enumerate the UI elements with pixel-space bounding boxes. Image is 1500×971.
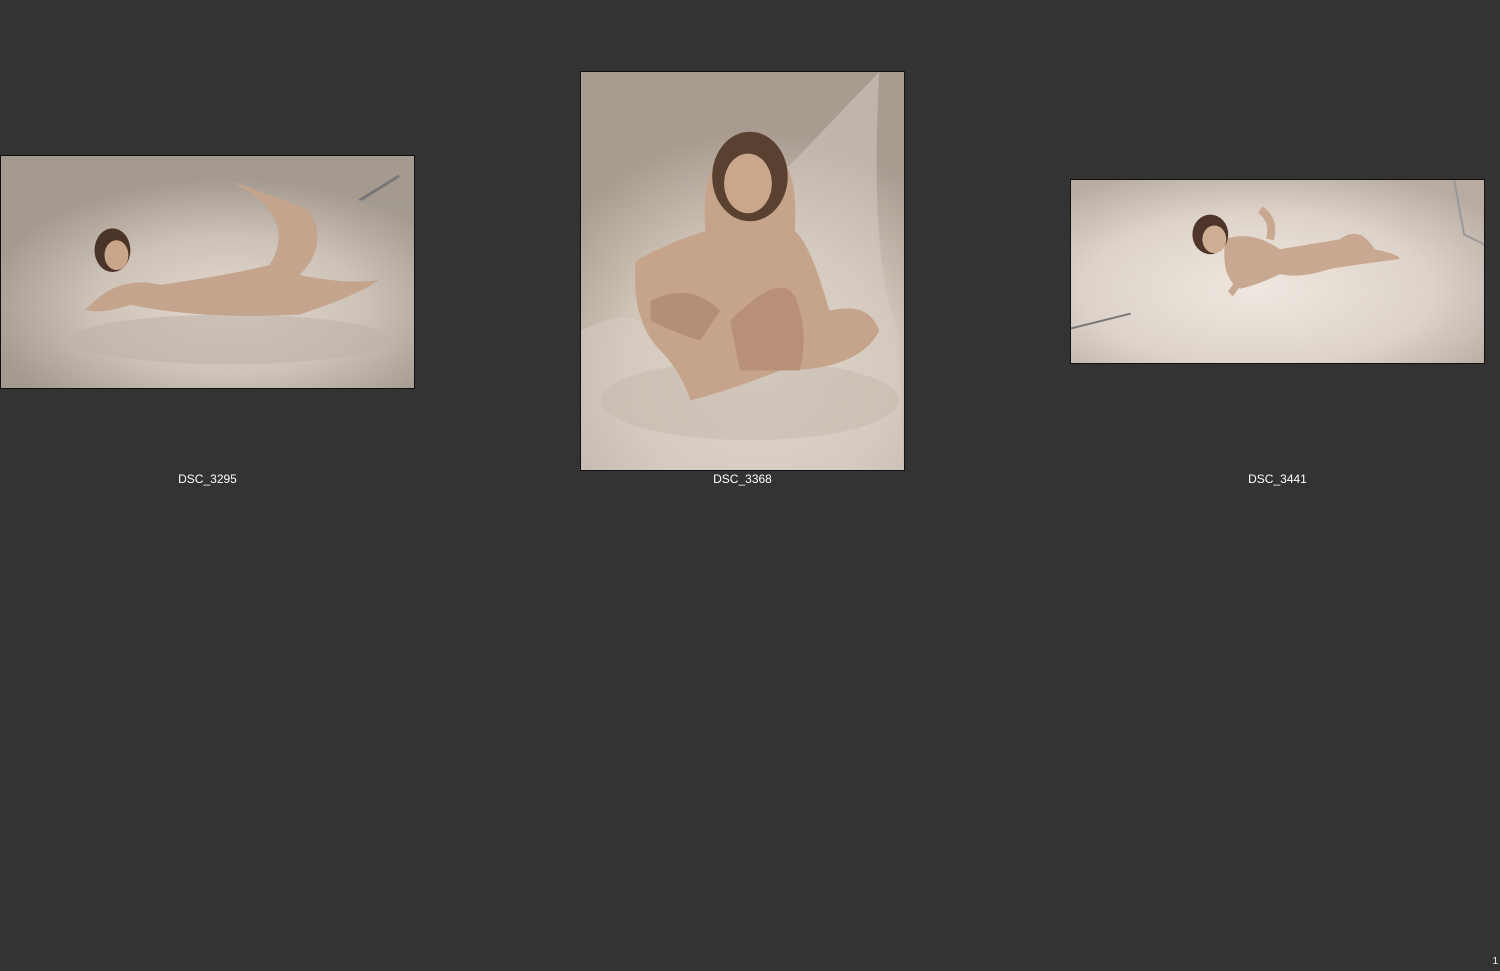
contact-sheet: DSC_3295 DSC_3368 DSC_3441 1 xyxy=(0,0,1500,971)
thumbnail-cell-3[interactable]: DSC_3441 xyxy=(1070,60,1500,500)
photo-image xyxy=(581,72,904,470)
photo-caption: DSC_3441 xyxy=(1248,472,1307,486)
photo-thumbnail[interactable] xyxy=(580,71,905,471)
thumbnail-cell-2[interactable]: DSC_3368 xyxy=(535,60,1070,500)
photo-thumbnail[interactable] xyxy=(1070,179,1485,364)
photo-image xyxy=(1071,180,1484,330)
photo-caption: DSC_3368 xyxy=(713,472,772,486)
photo-image xyxy=(70,174,414,365)
thumbnail-cell-1[interactable]: DSC_3295 xyxy=(0,60,535,500)
photo-caption: DSC_3295 xyxy=(178,472,237,486)
photo-thumbnail[interactable] xyxy=(0,155,415,389)
page-number: 1 xyxy=(1492,956,1498,967)
